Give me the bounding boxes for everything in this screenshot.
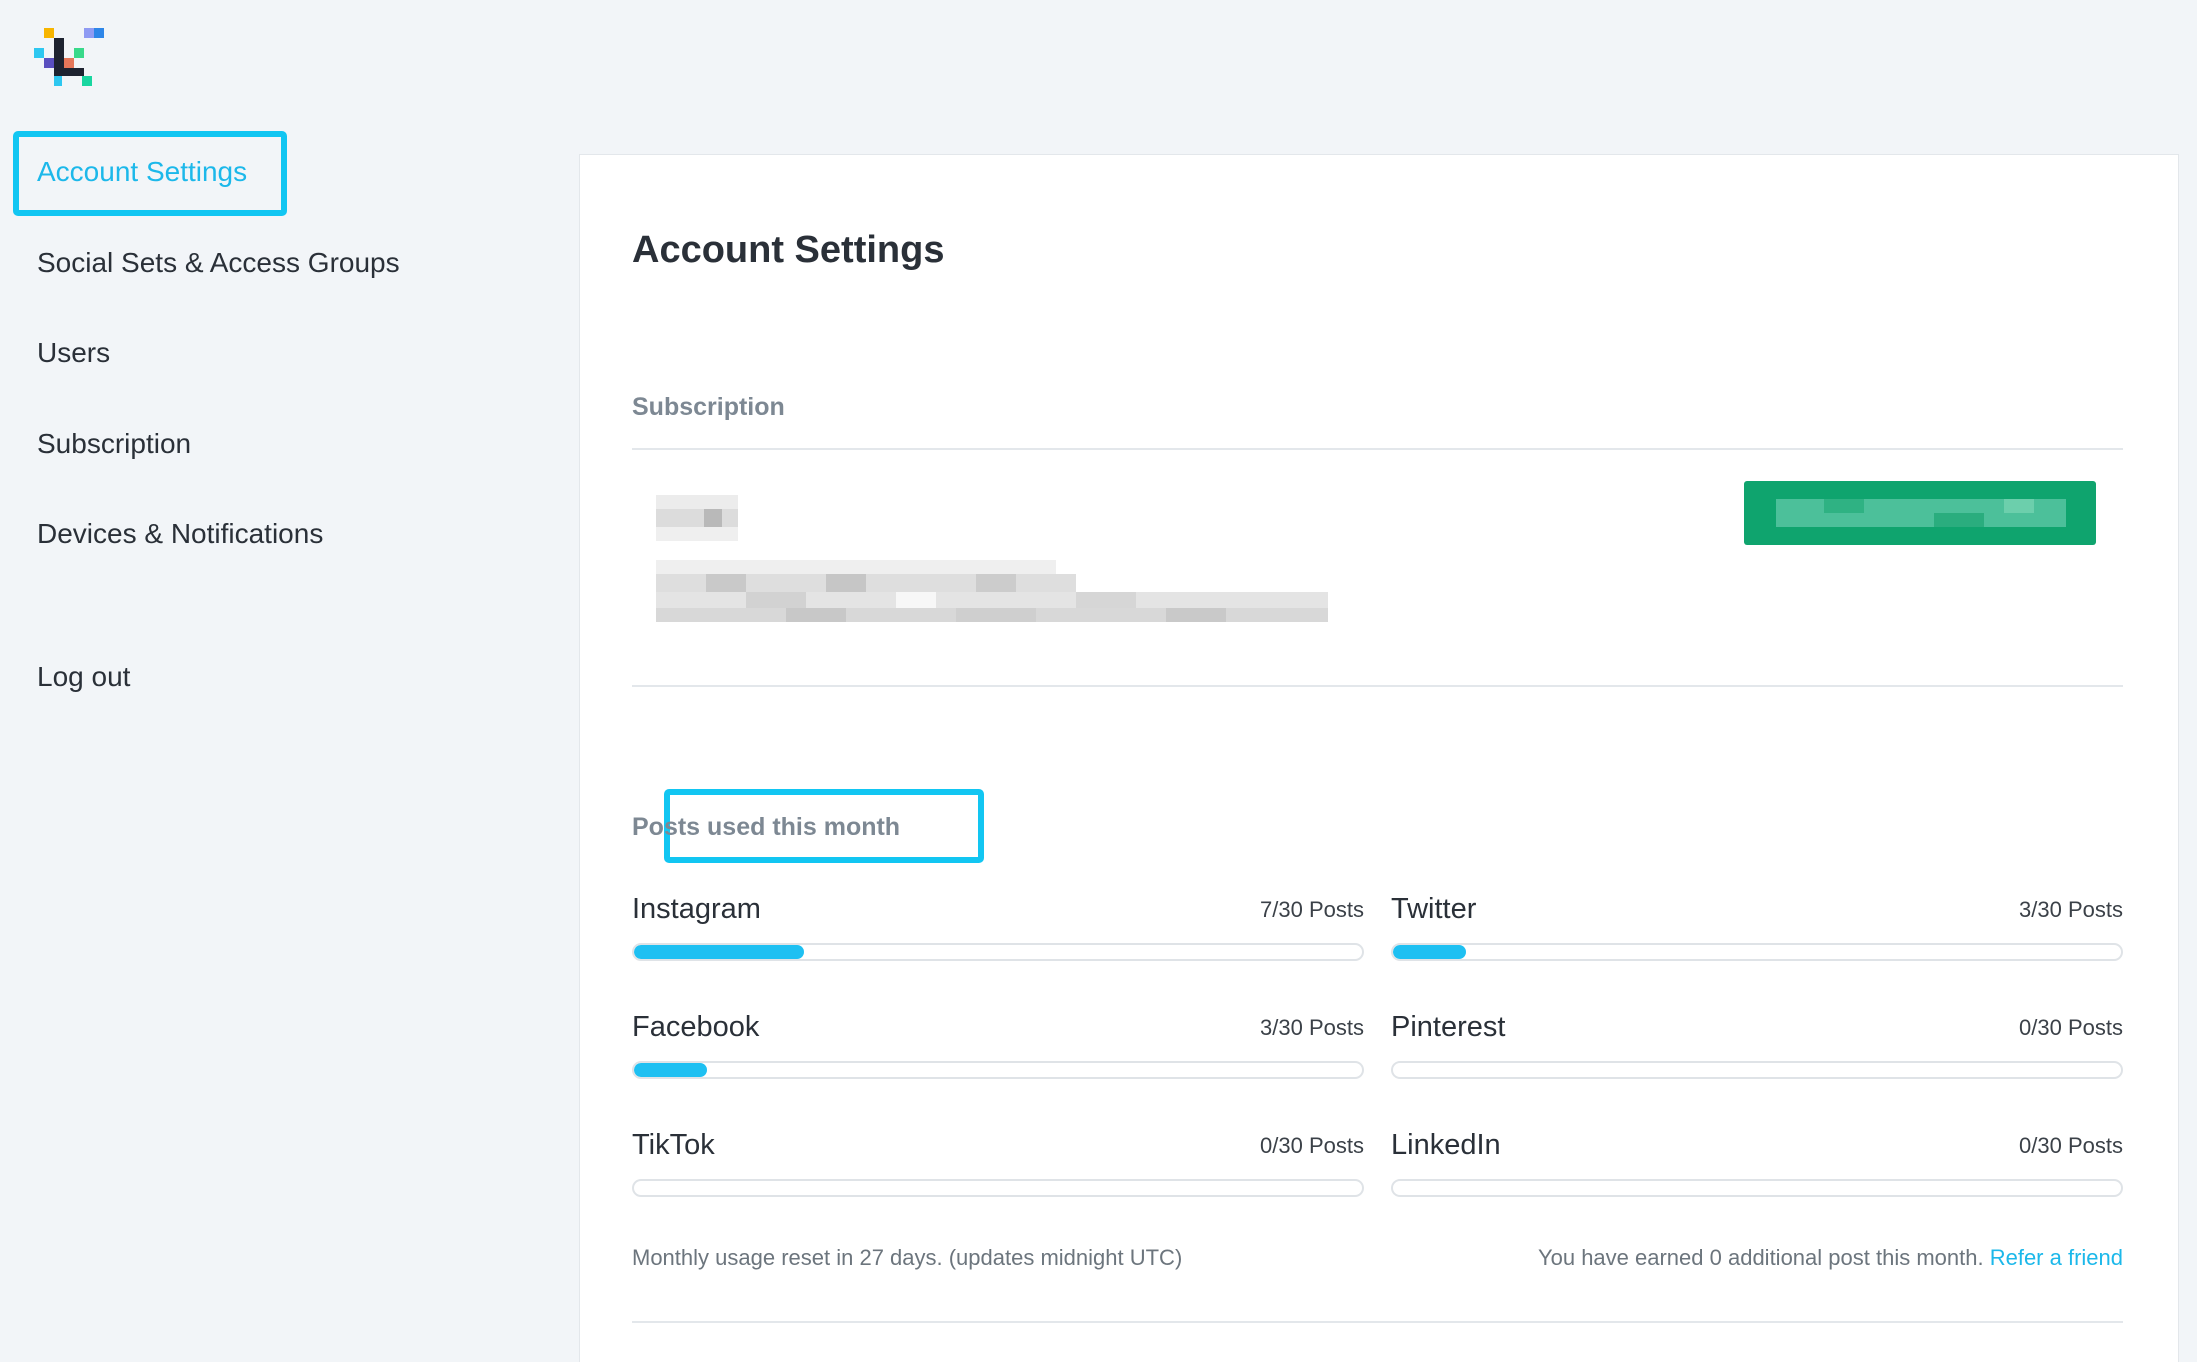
network-name: Instagram bbox=[632, 893, 761, 925]
usage-progress-fill bbox=[1393, 945, 1466, 959]
sidebar-item-subscription[interactable]: Subscription bbox=[37, 427, 191, 461]
usage-reset-note: Monthly usage reset in 27 days. (updates… bbox=[632, 1245, 1183, 1270]
post-count: 0/30 Posts bbox=[2019, 1133, 2123, 1158]
post-count: 3/30 Posts bbox=[1260, 1015, 1364, 1040]
usage-progress-bar bbox=[632, 943, 1364, 961]
account-settings-panel: Account Settings Subscription Posts used… bbox=[579, 154, 2179, 1362]
posts-section-label: Posts used this month bbox=[632, 813, 901, 841]
redacted-plan-name bbox=[656, 495, 738, 543]
subscription-section-label: Subscription bbox=[632, 393, 785, 421]
post-count: 0/30 Posts bbox=[1260, 1133, 1364, 1158]
network-name: Pinterest bbox=[1391, 1011, 1506, 1043]
post-count: 7/30 Posts bbox=[1260, 897, 1364, 922]
post-count: 3/30 Posts bbox=[2019, 897, 2123, 922]
logout-link[interactable]: Log out bbox=[37, 660, 130, 694]
redacted-subscription-button[interactable] bbox=[1744, 481, 2096, 545]
network-name: LinkedIn bbox=[1391, 1129, 1501, 1161]
network-name: Facebook bbox=[632, 1011, 760, 1043]
usage-progress-bar bbox=[1391, 1179, 2123, 1197]
earned-posts-note: You have earned 0 additional post this m… bbox=[1538, 1245, 2123, 1271]
earned-posts-text: You have earned 0 additional post this m… bbox=[1537, 1245, 1984, 1270]
usage-progress-fill bbox=[634, 945, 804, 959]
network-name: Twitter bbox=[1391, 893, 1477, 925]
post-count: 0/30 Posts bbox=[2019, 1015, 2123, 1040]
sidebar-item-devices-notifications[interactable]: Devices & Notifications bbox=[37, 517, 323, 551]
refer-friend-link[interactable]: Refer a friend bbox=[1990, 1245, 2123, 1270]
settings-page: Account Settings Social Sets & Access Gr… bbox=[0, 0, 2197, 1362]
usage-progress-bar bbox=[632, 1179, 1364, 1197]
usage-progress-bar bbox=[1391, 943, 2123, 961]
divider bbox=[632, 1321, 2123, 1323]
divider bbox=[632, 448, 2123, 450]
sidebar-item-account-settings[interactable]: Account Settings bbox=[37, 155, 247, 189]
divider bbox=[632, 685, 2123, 687]
sidebar-item-social-sets[interactable]: Social Sets & Access Groups bbox=[37, 246, 400, 280]
pixel-logo-icon[interactable] bbox=[34, 26, 104, 86]
sidebar-item-users[interactable]: Users bbox=[37, 336, 110, 370]
network-name: TikTok bbox=[632, 1129, 715, 1161]
usage-progress-bar bbox=[632, 1061, 1364, 1079]
usage-progress-fill bbox=[634, 1063, 707, 1077]
usage-progress-bar bbox=[1391, 1061, 2123, 1079]
page-title: Account Settings bbox=[632, 229, 945, 271]
redacted-plan-description bbox=[656, 560, 1328, 622]
